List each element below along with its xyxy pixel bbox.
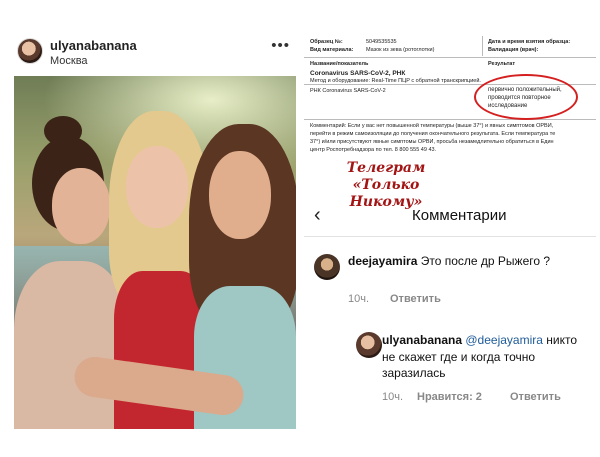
comment-2-likes[interactable]: Нравится: 2 <box>417 391 482 403</box>
comments-title: Комментарии <box>412 207 507 224</box>
watermark-line-2: «Только <box>352 177 420 193</box>
rnk-label: РНК Coronavirus SARS-CoV-2 <box>310 88 386 94</box>
validation-label: Валидация (врач): <box>488 47 539 53</box>
comment-line-2: перейти в режим самоизоляции до получени… <box>310 131 556 137</box>
comment-1-avatar[interactable] <box>314 254 340 280</box>
material-value: Мазок из зева (ротоглотки) <box>366 47 435 53</box>
chevron-left-icon[interactable]: ‹ <box>314 204 321 227</box>
datetime-label: Дата и время взятия образца: <box>488 39 571 45</box>
column-name-header: Название/показатель <box>310 61 369 67</box>
material-label: Вид материала: <box>310 47 354 53</box>
sample-no-label: Образец №: <box>310 39 343 45</box>
avatar[interactable] <box>17 38 43 64</box>
person-3-face <box>209 151 271 239</box>
test-name: Coronavirus SARS-CoV-2, РНК <box>310 70 406 77</box>
instagram-post: ulyanabanana Москва ••• <box>8 30 298 435</box>
more-horizontal-icon[interactable]: ••• <box>271 38 290 53</box>
person-1-body <box>14 261 129 429</box>
comment-2-avatar[interactable] <box>356 332 382 358</box>
red-highlight-circle <box>474 74 578 120</box>
comment-1-reply-button[interactable]: Ответить <box>390 293 441 305</box>
comment-2-reply-button[interactable]: Ответить <box>510 391 561 403</box>
comment-line-4: центр Роспотребнадзора по тел. 8 800 555… <box>310 147 437 153</box>
comment-1-username[interactable]: deejayamira <box>348 254 417 268</box>
post-header: ulyanabanana Москва ••• <box>8 36 298 70</box>
comment-2-username[interactable]: ulyanabanana <box>382 333 462 347</box>
person-1-face <box>52 168 110 244</box>
doc-divider-vertical <box>482 36 483 56</box>
post-username[interactable]: ulyanabanana <box>50 38 137 53</box>
telegram-watermark: Телеграм «Только Никому» <box>326 160 446 211</box>
comments-screen: Телеграм «Только Никому» ‹ Комментарии d… <box>304 160 596 440</box>
comment-2-mention[interactable]: @deejayamira <box>465 333 543 347</box>
comment-line-3: 37°) и/или присутствуют явные симптомы О… <box>310 139 554 145</box>
post-photo[interactable] <box>14 76 296 429</box>
sample-no-value: 5049535535 <box>366 39 397 45</box>
header-separator <box>304 236 596 237</box>
comment-1-time: 10ч. <box>348 293 370 305</box>
comment-2-body: ulyanabanana @deejayamira никто не скаже… <box>382 332 590 382</box>
comment-line-1: Комментарий: Если у вас нет повышенной т… <box>310 123 554 129</box>
post-location[interactable]: Москва <box>50 55 88 67</box>
doc-divider <box>304 57 596 58</box>
comment-2-time: 10ч. <box>382 391 404 403</box>
test-result-document: Образец №: 5049535535 Вид материала: Маз… <box>304 36 596 154</box>
column-result-header: Результат <box>488 61 516 67</box>
comment-1-text: Это после др Рыжего ? <box>420 254 551 268</box>
person-2-face <box>126 146 188 228</box>
comment-1-body: deejayamira Это после др Рыжего ? <box>348 253 588 270</box>
watermark-line-1: Телеграм <box>346 160 426 176</box>
